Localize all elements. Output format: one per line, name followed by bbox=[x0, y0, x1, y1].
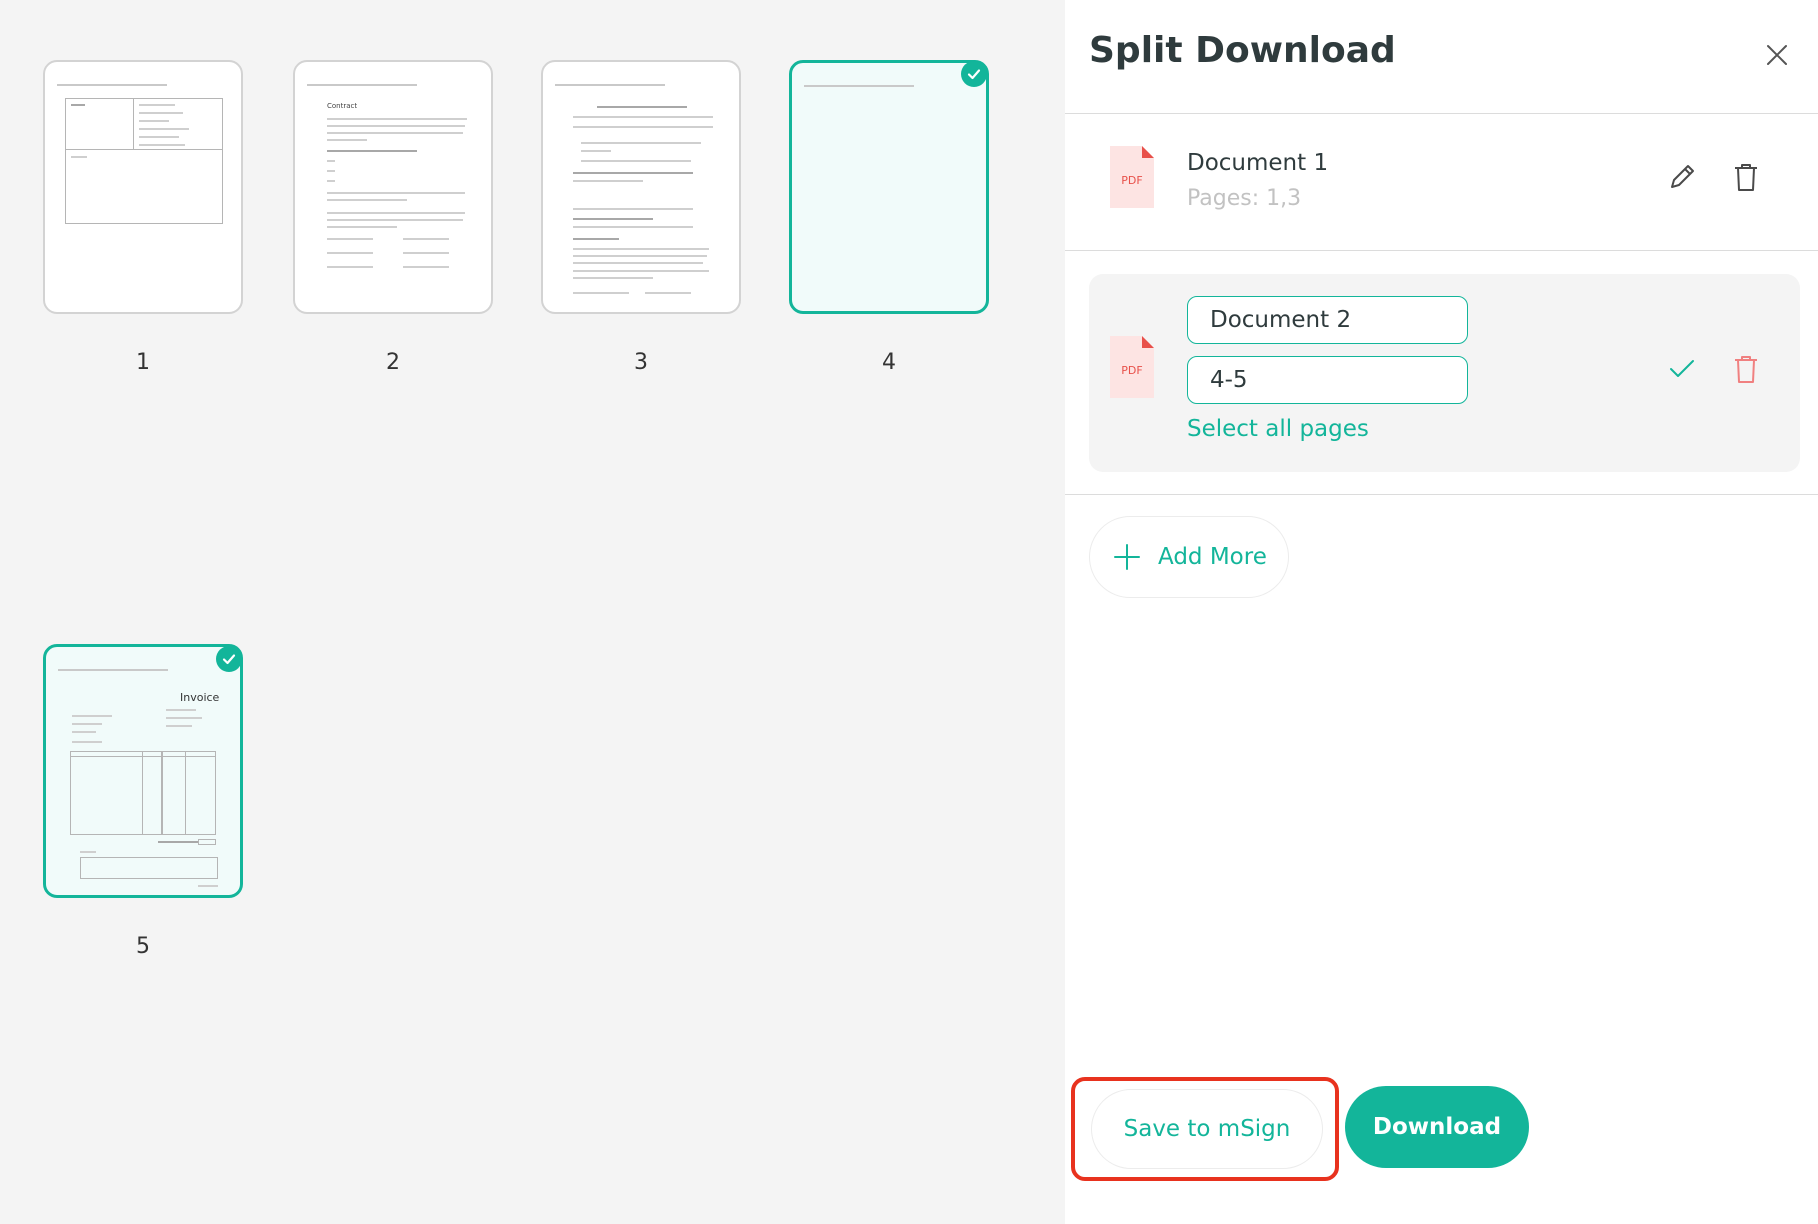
page-thumbnail-4[interactable] bbox=[789, 60, 989, 314]
page-thumbnail-1[interactable] bbox=[43, 60, 243, 314]
pdf-file-icon: PDF bbox=[1110, 336, 1154, 398]
page-2-title: Contract bbox=[327, 102, 358, 110]
document-name-input[interactable]: Document 2 bbox=[1187, 296, 1468, 344]
page-number-5: 5 bbox=[136, 934, 150, 959]
split-download-panel: Split Download PDF Document 1 Pages: 1,3… bbox=[1065, 0, 1818, 1224]
selected-check-icon bbox=[961, 61, 987, 87]
select-all-pages-link[interactable]: Select all pages bbox=[1187, 416, 1369, 442]
panel-title: Split Download bbox=[1089, 30, 1396, 71]
document-2-edit-card: PDF Document 2 4-5 Select all pages bbox=[1089, 274, 1800, 472]
close-icon[interactable] bbox=[1762, 40, 1792, 70]
save-to-msign-button[interactable]: Save to mSign bbox=[1091, 1089, 1323, 1169]
page-5-title: Invoice bbox=[180, 691, 220, 704]
page-number-4: 4 bbox=[882, 350, 896, 375]
divider bbox=[1065, 113, 1818, 114]
page-thumbnail-2[interactable]: Contract bbox=[293, 60, 493, 314]
page-grid: 1 Contract 2 3 4 Invoice 5 bbox=[0, 0, 1065, 1224]
confirm-check-icon[interactable] bbox=[1665, 352, 1699, 386]
page-range-input[interactable]: 4-5 bbox=[1187, 356, 1468, 404]
document-1-name: Document 1 bbox=[1187, 150, 1329, 176]
divider bbox=[1065, 494, 1818, 495]
page-number-1: 1 bbox=[136, 350, 150, 375]
page-4-preview bbox=[792, 63, 986, 311]
page-thumbnail-3[interactable] bbox=[541, 60, 741, 314]
delete-trash-icon[interactable] bbox=[1729, 160, 1763, 194]
page-3-preview bbox=[543, 62, 739, 312]
pdf-file-icon: PDF bbox=[1110, 146, 1154, 208]
selected-check-icon bbox=[216, 646, 242, 672]
page-number-2: 2 bbox=[386, 350, 400, 375]
page-number-3: 3 bbox=[634, 350, 648, 375]
pdf-badge-text: PDF bbox=[1121, 174, 1142, 187]
pdf-badge-text: PDF bbox=[1121, 364, 1142, 377]
page-5-preview: Invoice bbox=[46, 647, 240, 895]
edit-pencil-icon[interactable] bbox=[1665, 160, 1699, 194]
highlight-box: Save to mSign bbox=[1071, 1077, 1339, 1181]
page-2-preview: Contract bbox=[295, 62, 491, 312]
page-1-preview bbox=[45, 62, 241, 312]
download-button[interactable]: Download bbox=[1345, 1086, 1529, 1168]
plus-icon bbox=[1114, 544, 1140, 570]
page-thumbnail-5[interactable]: Invoice bbox=[43, 644, 243, 898]
divider bbox=[1065, 250, 1818, 251]
delete-trash-icon[interactable] bbox=[1729, 352, 1763, 386]
add-more-button[interactable]: Add More bbox=[1089, 516, 1289, 598]
add-more-label: Add More bbox=[1158, 544, 1267, 570]
document-1-pages: Pages: 1,3 bbox=[1187, 186, 1302, 211]
